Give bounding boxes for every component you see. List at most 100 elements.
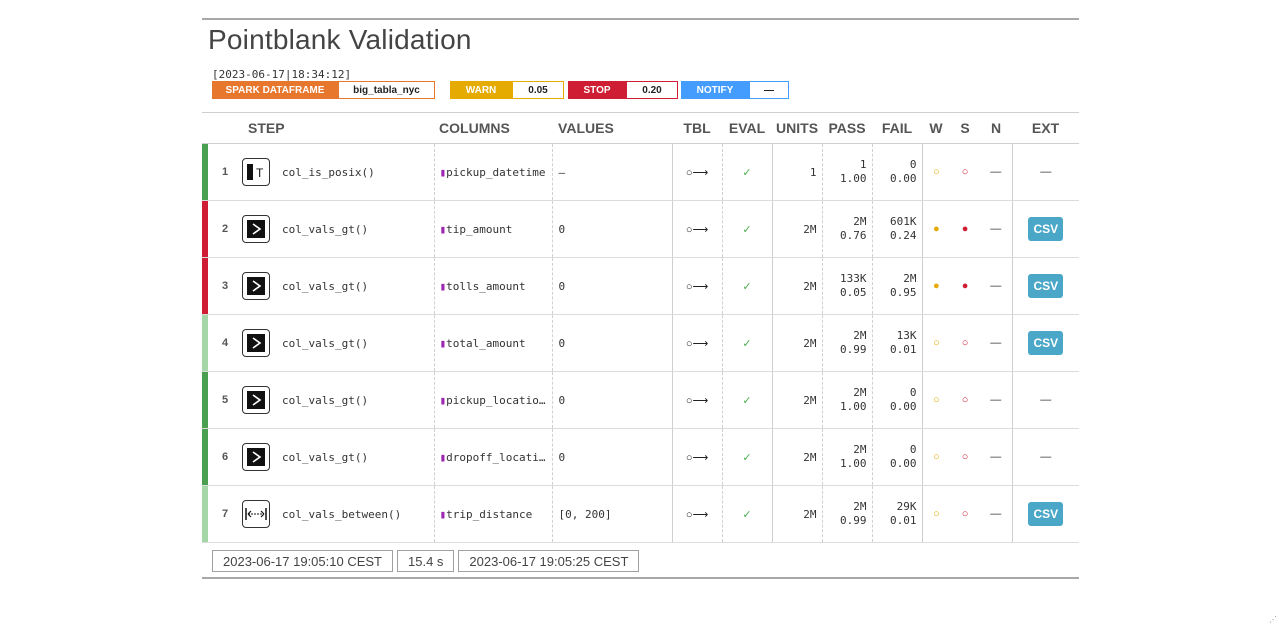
- eval-check-icon: ✓: [721, 314, 773, 372]
- step-number: 6: [208, 428, 242, 486]
- csv-download-button[interactable]: CSV: [1028, 274, 1064, 298]
- fail-cell: 29K 0.01: [871, 485, 923, 543]
- fail-cell: 13K 0.01: [871, 314, 923, 372]
- csv-download-button[interactable]: CSV: [1028, 331, 1064, 355]
- validation-function: col_vals_gt(): [282, 314, 435, 372]
- pass-count: 1: [859, 158, 867, 171]
- step-icon-cell: [242, 485, 282, 543]
- step-number: 2: [208, 200, 242, 258]
- tbl-icon: ○⟶: [671, 200, 723, 258]
- notify-label: NOTIFY: [681, 81, 749, 99]
- stop-badge: STOP 0.20: [568, 81, 678, 99]
- values-cell: 0: [551, 428, 673, 486]
- validation-function: col_is_posix(): [282, 143, 435, 201]
- step-number: 5: [208, 371, 242, 429]
- bottom-rule: [202, 577, 1079, 579]
- pass-cell: 133K 0.05: [821, 257, 873, 315]
- tbl-icon: ○⟶: [671, 257, 723, 315]
- pass-count: 2M: [853, 386, 867, 399]
- pass-cell: 2M 0.99: [821, 485, 873, 543]
- fail-fraction: 0.00: [890, 457, 917, 470]
- column-name: tolls_amount: [446, 279, 526, 293]
- fail-fraction: 0.00: [890, 172, 917, 185]
- units-cell: 2M: [771, 200, 823, 258]
- col-vals-gt-icon: [242, 215, 270, 243]
- tbl-icon: ○⟶: [671, 314, 723, 372]
- pass-cell: 2M 1.00: [821, 428, 873, 486]
- step-number: 1: [208, 143, 242, 201]
- pass-fraction: 0.76: [840, 229, 867, 242]
- pass-cell: 1 1.00: [821, 143, 873, 201]
- step-icon-cell: T: [242, 143, 282, 201]
- warn-indicator-icon: ○: [921, 428, 951, 486]
- fail-count: 2M: [903, 272, 917, 285]
- step-icon-cell: [242, 371, 282, 429]
- values-cell: [0, 200]: [551, 485, 673, 543]
- fail-cell: 601K 0.24: [871, 200, 923, 258]
- pass-fraction: 1.00: [840, 457, 867, 470]
- end-time: 2023-06-17 19:05:25 CEST: [458, 550, 640, 572]
- tbl-icon: ○⟶: [671, 371, 723, 429]
- table-row: 4 col_vals_gt() ▮total_amount 0 ○⟶ ✓ 2M …: [202, 314, 1080, 372]
- fail-cell: 0 0.00: [871, 143, 923, 201]
- csv-download-button[interactable]: CSV: [1028, 502, 1064, 526]
- tbl-icon: ○⟶: [671, 428, 723, 486]
- duration: 15.4 s: [397, 550, 455, 572]
- column-name: pickup_locatio…: [446, 393, 546, 407]
- ext-cell: CSV: [1011, 257, 1080, 315]
- col-vals-between-icon: [242, 500, 270, 528]
- stop-indicator-icon: ○: [950, 371, 981, 429]
- warn-indicator-icon: ●: [921, 257, 951, 315]
- ext-cell: CSV: [1011, 485, 1080, 543]
- fail-count: 601K: [890, 215, 917, 228]
- column-name: tip_amount: [446, 222, 513, 236]
- eval-check-icon: ✓: [721, 485, 773, 543]
- col-vals-gt-icon: [242, 443, 270, 471]
- notify-value: —: [749, 81, 789, 99]
- stop-indicator-icon: ○: [950, 428, 981, 486]
- csv-download-button[interactable]: CSV: [1028, 217, 1064, 241]
- pass-count: 2M: [853, 329, 867, 342]
- ext-empty: —: [1040, 166, 1052, 178]
- table-row: 5 col_vals_gt() ▮pickup_locatio… 0 ○⟶ ✓ …: [202, 371, 1080, 429]
- ext-cell: —: [1011, 371, 1080, 429]
- table-row: 3 col_vals_gt() ▮tolls_amount 0 ○⟶ ✓ 2M …: [202, 257, 1080, 315]
- notify-badge: NOTIFY —: [681, 81, 789, 99]
- stop-label: STOP: [568, 81, 626, 99]
- column-name: total_amount: [446, 336, 526, 350]
- pass-cell: 2M 0.76: [821, 200, 873, 258]
- stop-indicator-icon: ○: [950, 314, 981, 372]
- header-units: UNITS: [772, 112, 823, 144]
- pass-fraction: 0.99: [840, 343, 867, 356]
- eval-check-icon: ✓: [721, 428, 773, 486]
- column-cell: ▮tip_amount: [433, 200, 553, 258]
- ext-cell: CSV: [1011, 200, 1080, 258]
- notify-indicator: —: [980, 143, 1013, 201]
- fail-fraction: 0.01: [890, 343, 917, 356]
- values-cell: 0: [551, 200, 673, 258]
- step-icon-cell: [242, 428, 282, 486]
- pass-count: 2M: [853, 215, 867, 228]
- validation-table: STEP COLUMNS VALUES TBL EVAL UNITS PASS …: [202, 112, 1080, 543]
- column-cell: ▮trip_distance: [433, 485, 553, 543]
- fail-fraction: 0.01: [890, 514, 917, 527]
- fail-cell: 2M 0.95: [871, 257, 923, 315]
- ext-empty: —: [1040, 451, 1052, 463]
- fail-fraction: 0.24: [890, 229, 917, 242]
- header-step: STEP: [208, 112, 435, 144]
- fail-count: 0: [909, 443, 917, 456]
- warn-indicator-icon: ●: [921, 200, 951, 258]
- start-time: 2023-06-17 19:05:10 CEST: [212, 550, 393, 572]
- pass-cell: 2M 0.99: [821, 314, 873, 372]
- fail-cell: 0 0.00: [871, 428, 923, 486]
- warn-value: 0.05: [512, 81, 564, 99]
- validation-function: col_vals_between(): [282, 485, 435, 543]
- header-columns: COLUMNS: [434, 112, 553, 144]
- warn-indicator-icon: ○: [921, 371, 951, 429]
- column-cell: ▮total_amount: [433, 314, 553, 372]
- notify-indicator: —: [980, 200, 1013, 258]
- units-cell: 2M: [771, 428, 823, 486]
- eval-check-icon: ✓: [721, 257, 773, 315]
- stop-indicator-icon: ○: [950, 485, 981, 543]
- header-s: S: [950, 112, 981, 144]
